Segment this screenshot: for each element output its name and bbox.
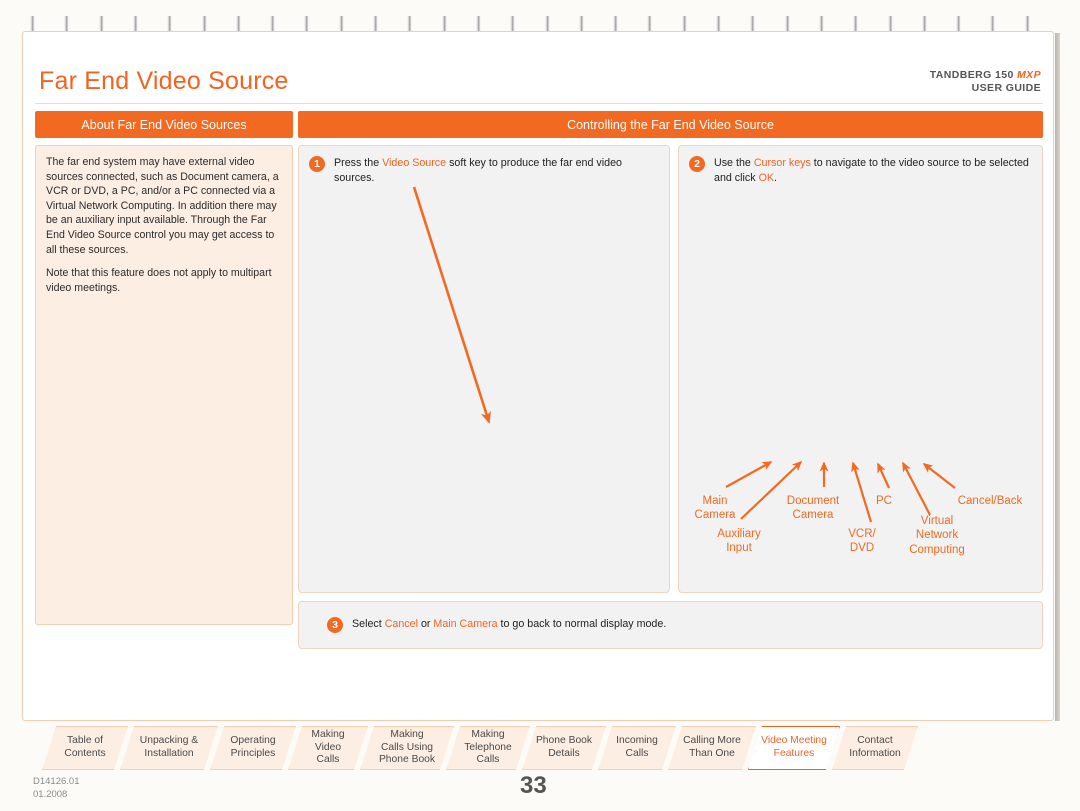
- section-bar-about: About Far End Video Sources: [35, 111, 293, 138]
- page-number: 33: [520, 772, 547, 799]
- step-2-highlight-ok: OK: [758, 172, 775, 185]
- step-1-row: 1 Press the Video Source soft key to pro…: [309, 156, 657, 186]
- step-3-panel: 3 Select Cancel or Main Camera to go bac…: [298, 601, 1043, 649]
- document-id: D14126.01 01.2008: [33, 776, 80, 800]
- brand-product-line: TANDBERG 150 MXP: [930, 69, 1041, 82]
- callout-pc: PC: [876, 495, 892, 507]
- tab-label: Making Telephone Calls: [464, 728, 512, 766]
- step-2-post: .: [774, 172, 777, 185]
- step-2-pre: Use the: [714, 157, 754, 169]
- about-panel: The far end system may have external vid…: [35, 145, 293, 625]
- section-bar-controlling: Controlling the Far End Video Source: [298, 111, 1043, 138]
- tab-phonebook-details[interactable]: Phone Book Details: [522, 726, 606, 770]
- step-2-text: Use the Cursor keys to navigate to the v…: [714, 156, 1031, 186]
- page-title: Far End Video Source: [39, 67, 289, 95]
- tab-label: Calling More Than One: [683, 735, 741, 759]
- section-tab-bar[interactable]: Table of Contents Unpacking & Installatio…: [20, 726, 1060, 772]
- tab-label: Incoming Calls: [616, 735, 658, 759]
- tab-incoming-calls[interactable]: Incoming Calls: [598, 726, 676, 770]
- page-sheet: Far End Video Source TANDBERG 150 MXP US…: [22, 31, 1054, 721]
- step-3-text: Select Cancel or Main Camera to go back …: [352, 617, 666, 632]
- tab-label: Contact Information: [849, 735, 901, 759]
- tab-label: Table of Contents: [64, 735, 106, 759]
- step-1-panel: 1 Press the Video Source soft key to pro…: [298, 145, 670, 593]
- tab-label: Making Calls Using Phone Book: [378, 728, 436, 766]
- step-1-text: Press the Video Source soft key to produ…: [334, 156, 657, 186]
- callout-main-camera: Main Camera: [694, 495, 736, 522]
- tab-label: Making Video Calls: [311, 728, 345, 766]
- callout-document-camera: Document Camera: [786, 495, 840, 522]
- step-3-pre: Select: [352, 618, 385, 631]
- page-spine: [1055, 33, 1060, 721]
- tab-videomeeting-features[interactable]: Video Meeting Features: [748, 726, 840, 770]
- tab-label: Phone Book Details: [535, 735, 593, 759]
- tab-label: Unpacking & Installation: [139, 735, 199, 759]
- tab-label: Video Meeting Features: [761, 735, 827, 759]
- step-2-row: 2 Use the Cursor keys to navigate to the…: [689, 156, 1031, 186]
- about-paragraph-1: The far end system may have external vid…: [46, 156, 279, 256]
- step-1-badge: 1: [309, 156, 325, 172]
- step-3-highlight-main-camera: Main Camera: [433, 618, 498, 631]
- tab-making-video-calls[interactable]: Making Video Calls: [288, 726, 368, 770]
- brand-product-name: TANDBERG 150: [929, 69, 1018, 81]
- callout-virtual-network-computing: Virtual Network Computing: [909, 515, 965, 556]
- step-3-post: to go back to normal display mode.: [497, 618, 667, 631]
- title-divider: [35, 103, 1043, 104]
- step-2-panel: 2 Use the Cursor keys to navigate to the…: [678, 145, 1043, 593]
- tab-making-telephone-calls[interactable]: Making Telephone Calls: [446, 726, 530, 770]
- brand-mxp-suffix: MXP: [1017, 69, 1041, 81]
- tab-unpacking-installation[interactable]: Unpacking & Installation: [120, 726, 218, 770]
- callout-vcr-dvd: VCR/ DVD: [848, 528, 876, 555]
- tab-operating-principles[interactable]: Operating Principles: [210, 726, 296, 770]
- callout-cancel-back: Cancel/Back: [957, 495, 1023, 507]
- tab-contact-information[interactable]: Contact Information: [832, 726, 918, 770]
- tab-making-callsusing-phonebook[interactable]: Making Calls Using Phone Book: [360, 726, 454, 770]
- step-2-badge: 2: [689, 156, 705, 172]
- tab-tableof-contents[interactable]: Table of Contents: [42, 726, 128, 770]
- tab-label: Operating Principles: [230, 735, 276, 759]
- brand-block: TANDBERG 150 MXP USER GUIDE: [930, 69, 1041, 95]
- step-3-badge: 3: [327, 617, 343, 633]
- step-3-highlight-cancel: Cancel: [384, 618, 418, 631]
- brand-guide-line: USER GUIDE: [971, 82, 1041, 95]
- step-3-mid: or: [417, 618, 434, 631]
- tab-callingmore-thanone[interactable]: Calling More Than One: [668, 726, 756, 770]
- about-paragraph-2: Note that this feature does not apply to…: [46, 267, 272, 294]
- step-3-row: 3 Select Cancel or Main Camera to go bac…: [327, 617, 1007, 633]
- step-1-pre: Press the: [334, 157, 383, 169]
- step-2-highlight-cursor-keys: Cursor keys: [753, 157, 811, 169]
- callout-auxiliary-input: Auxiliary Input: [717, 528, 761, 555]
- step-1-highlight: Video Source: [382, 157, 447, 169]
